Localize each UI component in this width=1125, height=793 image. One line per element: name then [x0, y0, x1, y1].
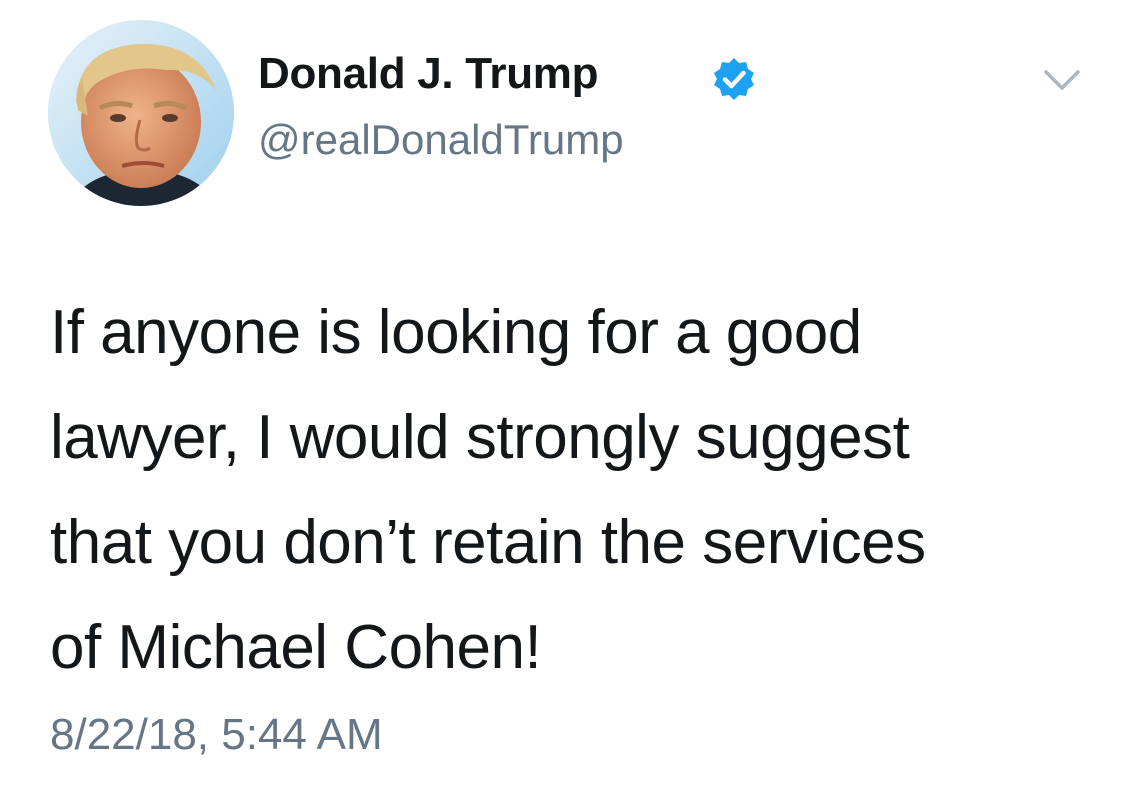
tweet-text-line: of Michael Cohen!: [50, 613, 542, 682]
tweet-text-line: lawyer, I would strongly suggest: [50, 403, 910, 472]
avatar[interactable]: [48, 20, 234, 206]
tweet-card: Donald J. Trump @realDonaldTrump If anyo…: [0, 0, 1125, 793]
tweet-text: If anyone is looking for a good lawyer, …: [50, 280, 1100, 700]
tweet-text-line: If anyone is looking for a good: [50, 298, 862, 367]
author-handle[interactable]: @realDonaldTrump: [258, 112, 624, 168]
tweet-text-line: that you don’t retain the services: [50, 508, 926, 577]
tweet-timestamp[interactable]: 8/22/18, 5:44 AM: [50, 705, 383, 765]
verified-badge-icon: [714, 58, 754, 100]
chevron-down-icon[interactable]: [1038, 62, 1086, 98]
avatar-image: [48, 20, 234, 206]
author-display-name[interactable]: Donald J. Trump: [258, 46, 599, 102]
